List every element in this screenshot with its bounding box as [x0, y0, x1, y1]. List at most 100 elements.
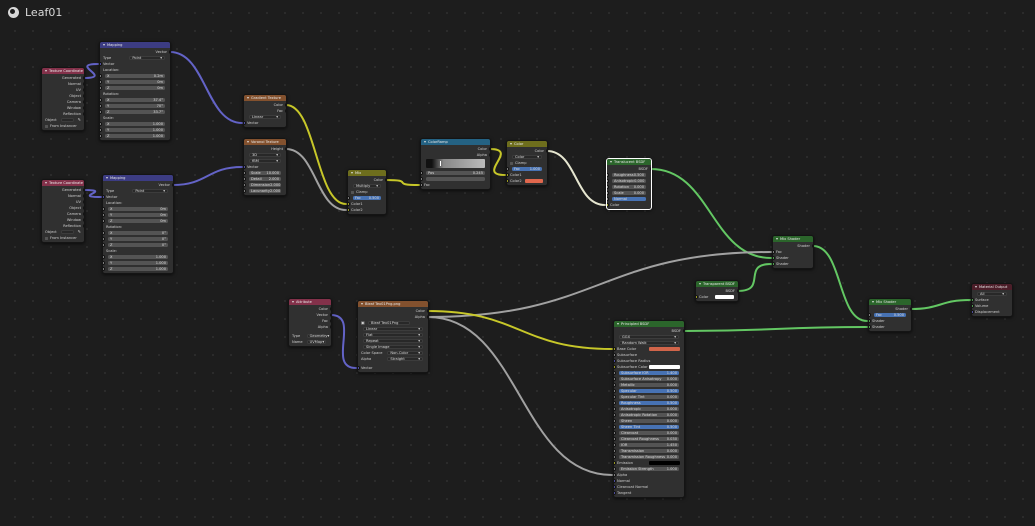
output-socket-dot[interactable]: [82, 212, 84, 216]
input-socket-dot[interactable]: [869, 325, 871, 329]
node-link[interactable]: [427, 310, 613, 350]
node-link[interactable]: [650, 168, 772, 259]
input-socket-dot[interactable]: [607, 203, 609, 207]
eyedropper-icon[interactable]: ✎: [78, 118, 81, 122]
value-field-scale[interactable]: Scale 10.000: [249, 171, 281, 175]
node-link[interactable]: [683, 326, 868, 332]
value-field-transmission[interactable]: Transmission 0.000: [619, 449, 679, 453]
color-swatch[interactable]: [648, 461, 680, 465]
value-field-pos[interactable]: Pos 0.245: [426, 171, 485, 175]
dropdown-select[interactable]: All ▾: [977, 292, 1007, 296]
input-socket-dot[interactable]: [100, 110, 102, 114]
input-socket-dot[interactable]: [607, 185, 609, 189]
input-socket-dot[interactable]: [614, 491, 616, 495]
input-socket-dot[interactable]: [348, 208, 350, 212]
input-socket-dot[interactable]: [696, 295, 698, 299]
dropdown-select[interactable]: Random Walk ▾: [619, 341, 679, 345]
object-field[interactable]: [60, 118, 74, 122]
input-socket-dot[interactable]: [100, 128, 102, 132]
gradient-texture-node[interactable]: Gradient Texture Color Fac Linear ▾ Vector: [243, 94, 287, 128]
input-socket-dot[interactable]: [100, 80, 102, 84]
value-field-fac[interactable]: Fac 0.500: [353, 196, 381, 200]
output-socket-dot[interactable]: [82, 112, 84, 116]
attribute-node[interactable]: Attribute Color Vector Fac Alpha Type Geometry…: [288, 298, 332, 347]
node-link[interactable]: [330, 314, 357, 369]
color-swatch[interactable]: [648, 365, 680, 369]
texture-coordinate-node[interactable]: Texture Coordinate Generated Normal UV Objec…: [41, 67, 85, 131]
input-socket-dot[interactable]: [614, 473, 616, 477]
input-socket-dot[interactable]: [773, 250, 775, 254]
value-field-scale[interactable]: Scale 0.000: [612, 191, 646, 195]
value-field-x[interactable]: X 37.4°: [105, 98, 165, 102]
input-socket-dot[interactable]: [869, 319, 871, 323]
input-socket-dot[interactable]: [614, 437, 616, 441]
value-field-dimension[interactable]: Dimension 2.000: [249, 183, 281, 187]
value-field-roughness[interactable]: Roughness 0.500: [612, 173, 646, 177]
input-socket-dot[interactable]: [614, 383, 616, 387]
value-field-y[interactable]: Y 1.000: [105, 128, 165, 132]
checkbox[interactable]: [45, 236, 48, 240]
input-socket-dot[interactable]: [103, 243, 105, 247]
dropdown-select[interactable]: Color ▾: [512, 155, 542, 159]
output-socket-dot[interactable]: [329, 313, 331, 317]
value-field-rotation[interactable]: Rotation 0.000: [612, 185, 646, 189]
color-swatch[interactable]: [648, 347, 680, 351]
input-socket-dot[interactable]: [421, 183, 423, 187]
dropdown-select[interactable]: Point ▾: [132, 189, 168, 193]
node-link[interactable]: [427, 316, 613, 476]
input-socket-dot[interactable]: [869, 313, 871, 317]
texture-coordinate-node[interactable]: Texture Coordinate Generated Normal UV Objec…: [41, 179, 85, 243]
node-link[interactable]: [83, 63, 99, 79]
value-field-y[interactable]: Y 0°: [108, 237, 168, 241]
input-socket-dot[interactable]: [614, 377, 616, 381]
value-field-z[interactable]: Z 0m: [105, 86, 165, 90]
value-field-subsurface-ior[interactable]: Subsurface IOR 1.400: [619, 371, 679, 375]
mix-node[interactable]: Mix Color Multiply ▾ Clamp Fac 0.500 Color1 Colo…: [347, 169, 387, 215]
input-socket-dot[interactable]: [421, 177, 423, 181]
output-socket-dot[interactable]: [545, 149, 547, 153]
value-field-x[interactable]: X 0.2m: [105, 74, 165, 78]
output-socket-dot[interactable]: [82, 200, 84, 204]
mapping-node[interactable]: Mapping Vector Type Point ▾ Vector Location: X 0…: [99, 41, 171, 141]
input-socket-dot[interactable]: [607, 179, 609, 183]
output-socket-dot[interactable]: [82, 94, 84, 98]
input-socket-dot[interactable]: [972, 310, 974, 314]
value-field-normal[interactable]: Normal: [612, 197, 646, 201]
input-socket-dot[interactable]: [614, 443, 616, 447]
input-socket-dot[interactable]: [103, 213, 105, 217]
input-socket-dot[interactable]: [421, 171, 423, 175]
input-socket-dot[interactable]: [607, 191, 609, 195]
value-field-anisotropic-rotation[interactable]: Anisotropic Rotation 0.000: [619, 413, 679, 417]
dropdown-select[interactable]: Multiply ▾: [353, 184, 381, 188]
output-socket-dot[interactable]: [284, 147, 286, 151]
input-socket-dot[interactable]: [614, 431, 616, 435]
input-socket-dot[interactable]: [614, 419, 616, 423]
node-editor-canvas[interactable]: Leaf01 Texture Coordinate Generated Normal…: [0, 0, 1035, 526]
value-field-transmission-roughness[interactable]: Transmission Roughness 0.000: [619, 455, 679, 459]
dropdown-select[interactable]: Repeat ▾: [363, 339, 423, 343]
output-socket-dot[interactable]: [426, 315, 428, 319]
input-socket-dot[interactable]: [358, 366, 360, 370]
input-socket-dot[interactable]: [614, 401, 616, 405]
value-field-fac[interactable]: Fac 0.500: [874, 313, 906, 317]
translucent-bsdf-node[interactable]: Translucent BSDF BSDF Roughness 0.500 Anisot…: [606, 158, 652, 210]
output-socket-dot[interactable]: [82, 206, 84, 210]
node-link[interactable]: [285, 104, 347, 205]
input-socket-dot[interactable]: [244, 171, 246, 175]
value-field-x[interactable]: X 1.000: [108, 255, 168, 259]
voronoi-texture-node[interactable]: Voronoi Texture Height 3D ▾ fBM ▾ Vector Scale 1…: [243, 138, 287, 196]
value-field-z[interactable]: Z 33.7°: [105, 110, 165, 114]
value-field-x[interactable]: X 0m: [108, 207, 168, 211]
output-socket-dot[interactable]: [82, 88, 84, 92]
value-field-metallic[interactable]: Metallic 0.000: [619, 383, 679, 387]
value-field-z[interactable]: Z 1.000: [105, 134, 165, 138]
ramp-gradient[interactable]: [426, 159, 485, 168]
dropdown-select[interactable]: Flat ▾: [363, 333, 423, 337]
input-socket-dot[interactable]: [614, 413, 616, 417]
value-field-subsurface-anisotropy[interactable]: Subsurface Anisotropy 0.000: [619, 377, 679, 381]
input-socket-dot[interactable]: [103, 195, 105, 199]
input-socket-dot[interactable]: [103, 207, 105, 211]
dropdown-select[interactable]: Geometry ▾: [306, 334, 329, 338]
image-texture-node[interactable]: Bleaf Tex01Png.png Color Alpha ▣ Bleaf Tex01…: [357, 300, 429, 373]
input-socket-dot[interactable]: [972, 298, 974, 302]
